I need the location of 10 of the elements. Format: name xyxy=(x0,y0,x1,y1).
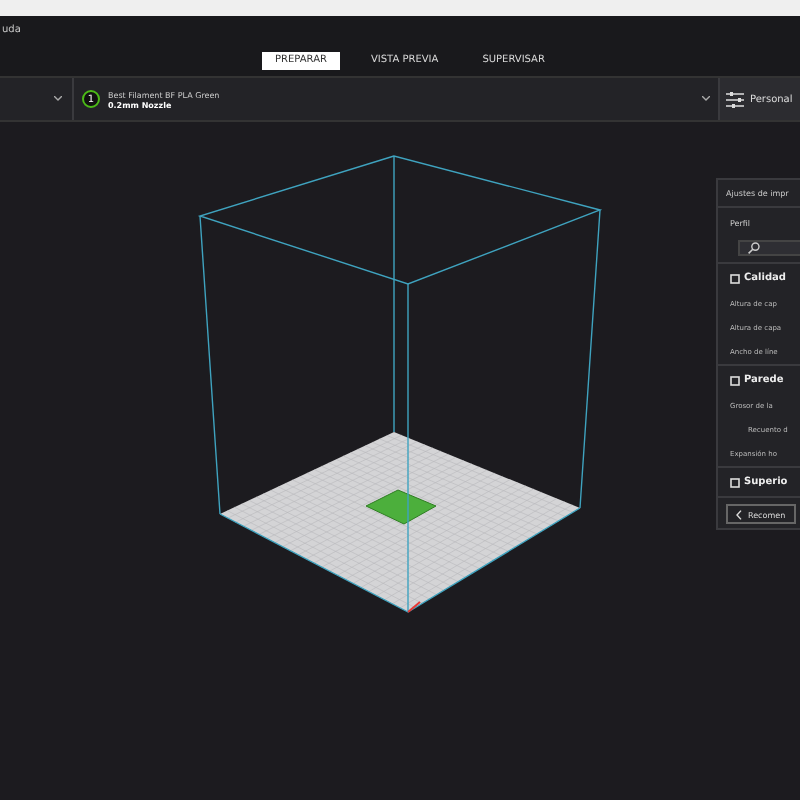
sliders-icon xyxy=(726,91,744,107)
category-icon xyxy=(730,273,740,283)
chevron-icon xyxy=(54,96,62,102)
search-field[interactable] xyxy=(738,240,800,256)
model-object[interactable] xyxy=(365,489,437,525)
category-icon xyxy=(730,375,740,385)
search-icon xyxy=(748,242,760,254)
chevron-icon xyxy=(702,96,710,102)
category-icon xyxy=(730,477,740,487)
chevron-left-icon xyxy=(736,509,742,519)
